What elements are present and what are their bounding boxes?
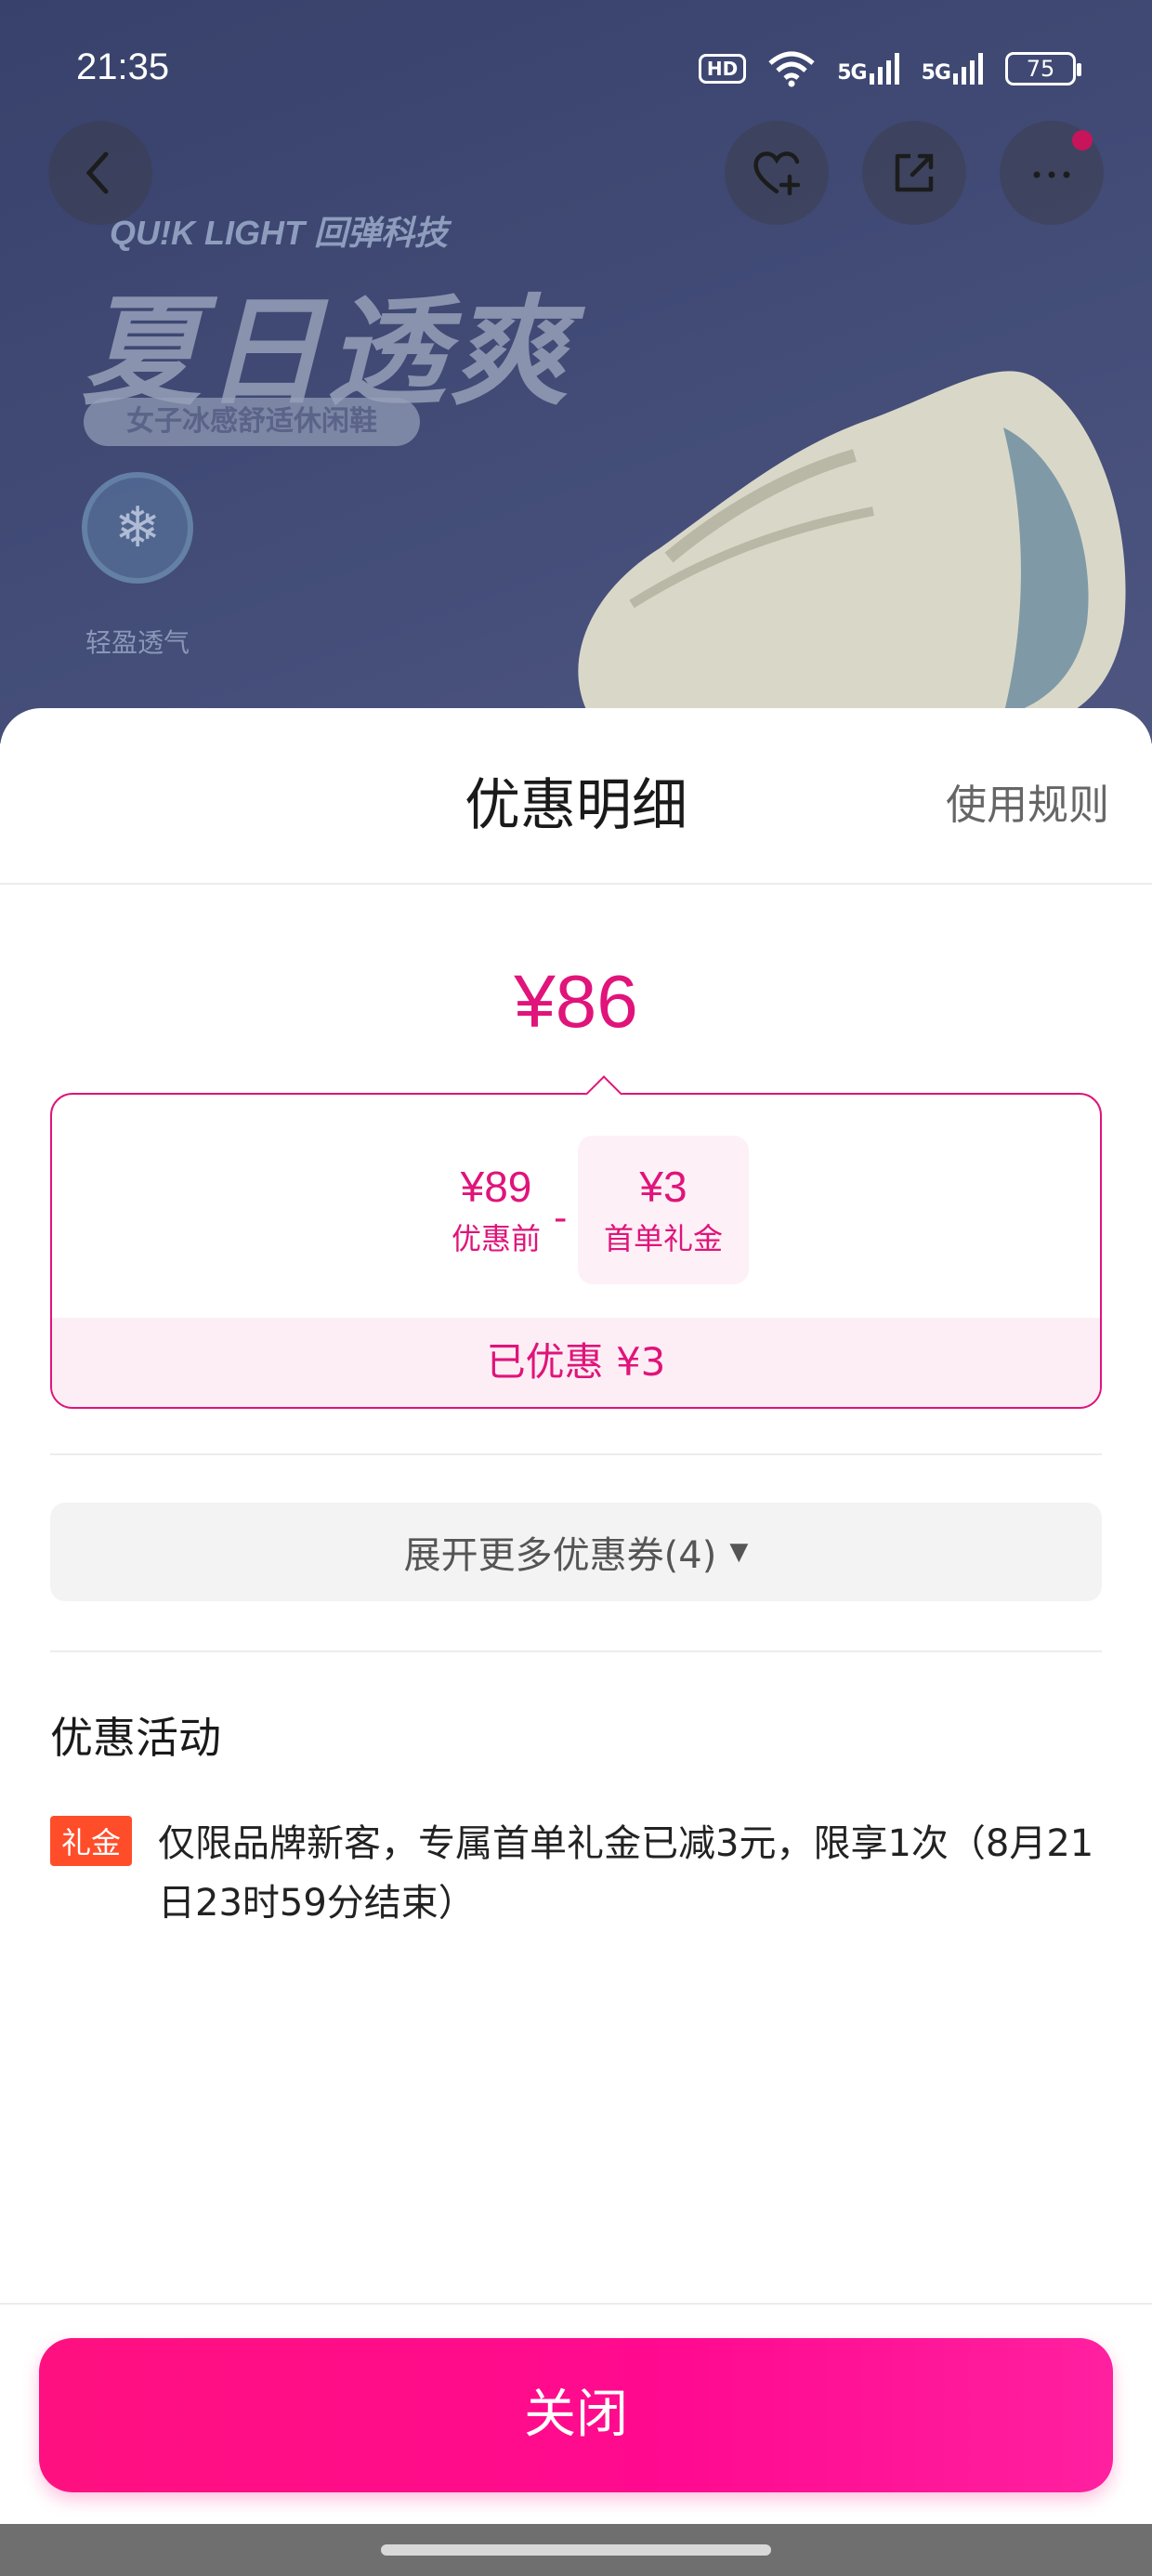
product-banner: QU!K LIGHT 回弹科技 夏日透爽 女子冰感舒适休闲鞋 ❄ 轻盈透气: [0, 0, 1152, 743]
favorite-button[interactable]: [725, 121, 829, 225]
status-icons: HD 5G 5G 75: [698, 50, 1081, 87]
caret-down-icon: ▼: [729, 1538, 749, 1566]
brand-tagline: QU!K LIGHT 回弹科技: [110, 214, 448, 252]
battery-icon: 75: [1005, 52, 1081, 85]
section-divider: [50, 1453, 1102, 1455]
original-amount: ¥89: [460, 1163, 532, 1211]
original-label: 优惠前: [451, 1221, 541, 1256]
status-time: 21:35: [76, 46, 170, 87]
first-order-coupon: ¥3 首单礼金: [578, 1136, 749, 1284]
promo-badge-label: 轻盈透气: [85, 627, 190, 658]
promotions-title: 优惠活动: [50, 1713, 221, 1763]
home-indicator[interactable]: [381, 2544, 771, 2556]
promotion-text: 仅限品牌新客，专属首单礼金已减3元，限享1次（8月21日23时59分结束）: [158, 1822, 1094, 1925]
signal-5g-icon: 5G: [922, 53, 985, 85]
share-button[interactable]: [862, 121, 966, 225]
discount-details-sheet: 优惠明细 使用规则 ¥86 ¥89 优惠前 - ¥3 首单礼金 已优惠 ¥3 展…: [0, 708, 1152, 2576]
usage-rules-link[interactable]: 使用规则: [946, 771, 1109, 831]
expand-coupons-button[interactable]: 展开更多优惠券(4) ▼: [50, 1503, 1102, 1601]
more-dots-icon: [1033, 171, 1070, 178]
breakdown-pointer: [585, 1075, 622, 1112]
section-divider: [50, 1650, 1102, 1652]
chevron-left-icon: [85, 151, 109, 194]
gift-tag: 礼金: [50, 1816, 133, 1866]
heart-plus-icon: [753, 151, 801, 196]
final-price: ¥86: [514, 960, 638, 1043]
hd-icon: HD: [698, 54, 747, 84]
promotion-item: 礼金 仅限品牌新客，专属首单礼金已减3元，限享1次（8月21日23时59分结束）: [50, 1814, 1102, 1933]
footer-divider: [0, 2303, 1152, 2305]
navigation-bar: [0, 2524, 1152, 2576]
price-breakdown: ¥89 优惠前 - ¥3 首单礼金 已优惠 ¥3: [50, 1075, 1104, 1409]
promo-pill: 女子冰感舒适休闲鞋: [84, 398, 420, 446]
share-icon: [895, 153, 934, 192]
saved-amount: 已优惠 ¥3: [52, 1318, 1100, 1407]
more-button[interactable]: [1000, 121, 1104, 225]
status-bar: 21:35 HD 5G 5G 75: [0, 0, 1152, 102]
shoe-image: [576, 371, 1126, 743]
minus-sign: -: [554, 1197, 568, 1240]
wifi-icon: [768, 51, 815, 87]
sheet-footer: 关闭: [0, 2303, 1152, 2576]
snowflake-icon: ❄: [82, 472, 193, 584]
close-button[interactable]: 关闭: [39, 2338, 1113, 2492]
coupon-label: 首单礼金: [603, 1221, 723, 1256]
coupon-amount: ¥3: [639, 1163, 687, 1211]
header-divider: [0, 883, 1152, 885]
original-price: ¥89 优惠前: [420, 1136, 572, 1258]
expand-coupons-label: 展开更多优惠券(4): [403, 1534, 717, 1577]
breakdown-row: ¥89 优惠前 - ¥3 首单礼金: [52, 1136, 1104, 1284]
signal-5g-icon: 5G: [837, 53, 900, 85]
notification-dot: [1072, 130, 1093, 151]
back-button[interactable]: [48, 121, 152, 225]
